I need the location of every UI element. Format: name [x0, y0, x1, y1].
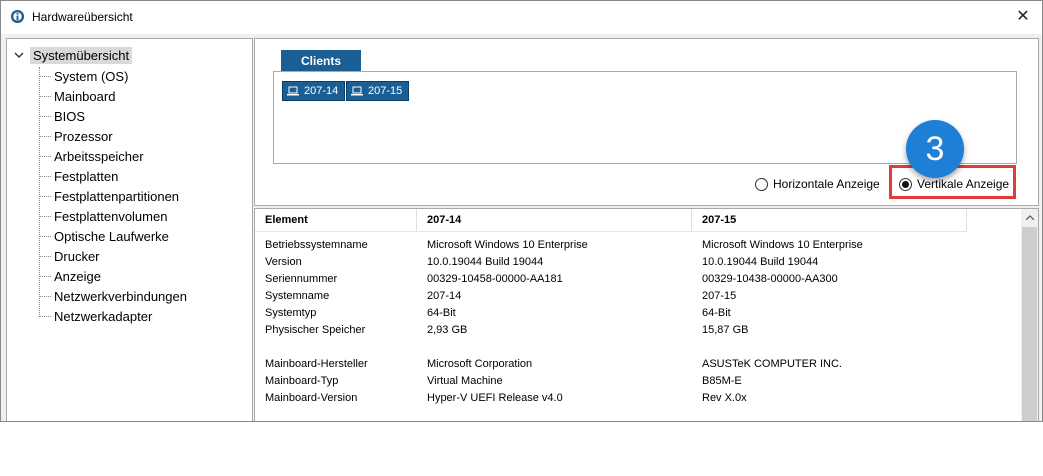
chevron-up-icon — [1025, 215, 1034, 220]
tree-item-label: Festplattenpartitionen — [54, 188, 180, 204]
tree-item[interactable]: BIOS — [39, 107, 86, 125]
tree-item-label: Arbeitsspeicher — [54, 148, 144, 164]
radio-horizontal-label: Horizontale Anzeige — [773, 177, 880, 191]
scrollbar-thumb[interactable] — [1022, 227, 1037, 421]
tree-item[interactable]: Optische Laufwerke — [39, 227, 170, 245]
cell-value: ASUSTeK COMPUTER INC. — [702, 358, 842, 370]
tree-item-label: Netzwerkverbindungen — [54, 288, 187, 304]
row-label: Physischer Speicher — [265, 324, 366, 336]
tab-clients[interactable]: Clients — [281, 50, 361, 71]
chevron-down-icon[interactable] — [14, 50, 24, 60]
row-label: Seriennummer — [265, 273, 338, 285]
tree-item-label: BIOS — [54, 108, 86, 124]
close-button[interactable]: ✕ — [1010, 5, 1036, 27]
tree-connector — [39, 275, 51, 277]
tree-item[interactable]: Festplattenvolumen — [39, 207, 168, 225]
tree-item[interactable]: System (OS) — [39, 67, 129, 85]
cell-value: 64-Bit — [427, 307, 456, 319]
tree-item[interactable]: Festplatten — [39, 167, 119, 185]
cell-value: 10.0.19044 Build 19044 — [702, 256, 819, 268]
cell-value: 2,93 GB — [427, 324, 468, 336]
title-bar: Hardwareübersicht ✕ — [1, 1, 1042, 33]
tree-connector — [39, 235, 51, 237]
tree-connector — [39, 155, 51, 157]
row-label: Mainboard-Version — [265, 392, 358, 404]
column-header-element[interactable]: Element — [255, 209, 417, 231]
cell-value: Microsoft Windows 10 Enterprise — [702, 239, 863, 251]
tree-connector — [39, 115, 51, 117]
cell-value: 64-Bit — [702, 307, 731, 319]
row-label: Version — [265, 256, 302, 268]
client-chip-label: 207-15 — [368, 85, 403, 97]
cell-value: B85M-E — [702, 375, 742, 387]
row-label: Systemname — [265, 290, 330, 302]
cell-value: Virtual Machine — [427, 375, 503, 387]
details-table: Element 207-14 207-15 Betriebssystemname… — [254, 208, 1039, 421]
tree-item[interactable]: Mainboard — [39, 87, 116, 105]
cell-value: 207-14 — [427, 290, 462, 302]
tree-item[interactable]: Netzwerkverbindungen — [39, 287, 188, 305]
client-chip-207-14[interactable]: 207-14 — [282, 81, 346, 101]
row-label: Mainboard-Hersteller — [265, 358, 368, 370]
cell-value: 10.0.19044 Build 19044 — [427, 256, 544, 268]
cell-value: 00329-10458-00000-AA181 — [427, 273, 563, 285]
row-label: Mainboard-Typ — [265, 375, 339, 387]
tree-item-label: Mainboard — [54, 88, 116, 104]
tree-item[interactable]: Festplattenpartitionen — [39, 187, 180, 205]
cell-value: Hyper-V UEFI Release v4.0 — [427, 392, 563, 404]
tree-connector — [39, 255, 51, 257]
tree-connector — [39, 75, 51, 77]
cell-value: Microsoft Corporation — [427, 358, 533, 370]
tree-connector — [39, 135, 51, 137]
cell-value: 00329-10438-00000-AA300 — [702, 273, 838, 285]
vertical-scrollbar[interactable] — [1021, 209, 1038, 421]
laptop-icon — [351, 86, 363, 96]
column-header-207-14[interactable]: 207-14 — [417, 209, 692, 231]
column-header-207-15[interactable]: 207-15 — [692, 209, 967, 231]
tree-item[interactable]: Prozessor — [39, 127, 114, 145]
tree-item-label: Optische Laufwerke — [54, 228, 169, 244]
tree-item-label: Drucker — [54, 248, 100, 264]
category-tree: Systemübersicht System (OS) Mainboard BIOS… — [6, 38, 253, 421]
scroll-up-button[interactable] — [1021, 209, 1038, 226]
tree-connector — [39, 215, 51, 217]
tree-connector — [39, 175, 51, 177]
tree-item[interactable]: Netzwerkadapter — [39, 307, 153, 325]
tree-connector — [39, 95, 51, 97]
cell-value: 15,87 GB — [702, 324, 749, 336]
hardware-overview-window: Hardwareübersicht ✕ Systemübersicht Syst… — [0, 0, 1043, 422]
cell-value: 207-15 — [702, 290, 737, 302]
cell-value: Microsoft Windows 10 Enterprise — [427, 239, 588, 251]
tree-item-label: Prozessor — [54, 128, 113, 144]
tree-connector — [39, 295, 51, 297]
tree-item-label: Festplatten — [54, 168, 119, 184]
radio-horizontal-indicator[interactable] — [755, 177, 768, 191]
tree-item-label: Anzeige — [54, 268, 101, 284]
window-title: Hardwareübersicht — [32, 10, 133, 24]
callout-step-badge: 3 — [906, 120, 964, 178]
radio-horizontal[interactable]: Horizontale Anzeige — [755, 176, 880, 192]
tree-item[interactable]: Arbeitsspeicher — [39, 147, 145, 165]
tree-root-systemuebersicht[interactable]: Systemübersicht — [14, 46, 133, 64]
tree-item-label: Festplattenvolumen — [54, 208, 168, 224]
tree-connector — [39, 315, 51, 317]
clients-panel: Clients 207-14 207-15 Horizontale Anzeig… — [254, 38, 1039, 206]
tree-item[interactable]: Anzeige — [39, 267, 102, 285]
tree-connector — [39, 195, 51, 197]
tree-item-label: Netzwerkadapter — [54, 308, 153, 324]
app-info-icon — [10, 9, 25, 24]
cell-value: Rev X.0x — [702, 392, 747, 404]
header-separator — [255, 231, 967, 232]
client-chip-207-15[interactable]: 207-15 — [346, 81, 410, 101]
tree-item-label: System (OS) — [54, 68, 129, 84]
tree-item[interactable]: Drucker — [39, 247, 101, 265]
laptop-icon — [287, 86, 299, 96]
close-icon: ✕ — [1016, 8, 1030, 25]
tree-root-label: Systemübersicht — [30, 46, 133, 64]
row-label: Systemtyp — [265, 307, 317, 319]
client-chip-label: 207-14 — [304, 85, 339, 97]
window-body: Systemübersicht System (OS) Mainboard BIOS… — [1, 34, 1042, 421]
row-label: Betriebssystemname — [265, 239, 368, 251]
